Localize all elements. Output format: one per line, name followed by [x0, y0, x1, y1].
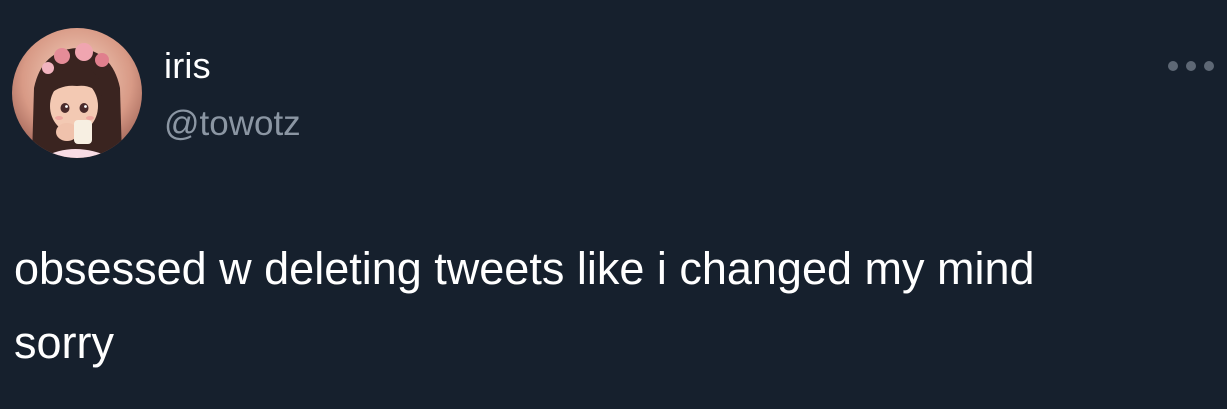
more-dot — [1204, 61, 1214, 71]
profile-avatar[interactable] — [12, 28, 142, 158]
avatar-illustration — [12, 28, 142, 158]
more-options-icon[interactable] — [1168, 58, 1214, 74]
tweet-text: obsessed w deleting tweets like i change… — [14, 243, 1035, 368]
tweet-card: iris @towotz obsessed w deleting tweets … — [0, 0, 1227, 409]
display-name[interactable]: iris — [164, 46, 211, 86]
more-dot — [1168, 61, 1178, 71]
more-dot — [1186, 61, 1196, 71]
user-handle[interactable]: @towotz — [164, 104, 301, 144]
